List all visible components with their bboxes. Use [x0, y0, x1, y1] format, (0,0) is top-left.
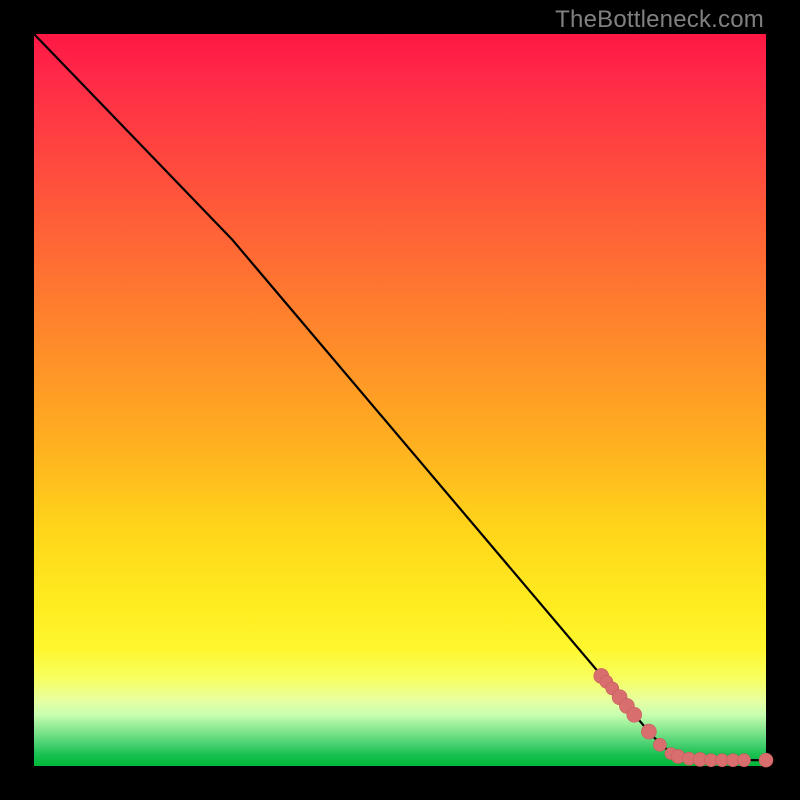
- chart-overlay: [34, 34, 766, 766]
- chart-marker: [627, 707, 642, 722]
- chart-markers: [594, 668, 773, 767]
- chart-line: [34, 34, 766, 760]
- chart-marker: [653, 738, 666, 751]
- chart-marker: [641, 724, 656, 739]
- chart-marker: [759, 753, 773, 767]
- chart-marker: [738, 754, 751, 767]
- chart-frame: TheBottleneck.com: [0, 0, 800, 800]
- watermark-text: TheBottleneck.com: [555, 6, 764, 34]
